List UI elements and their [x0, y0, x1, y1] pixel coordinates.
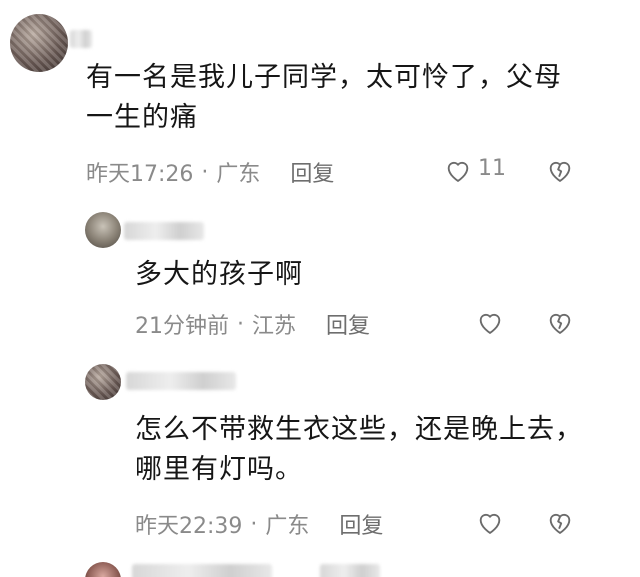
heart-outline-icon[interactable]	[476, 509, 504, 537]
comment-text: 怎么不带救生衣这些，还是晚上去，哪里有灯吗。	[135, 414, 583, 485]
meta-separator: ·	[201, 159, 209, 185]
comment-location: 江苏	[252, 314, 297, 339]
comment-location: 广东	[216, 162, 261, 187]
avatar[interactable]	[85, 212, 121, 248]
reply-button[interactable]: 回复	[339, 508, 383, 540]
comment-time: 21分钟前	[135, 314, 229, 339]
comment-meta: 昨天22:39 · 广东 回复	[135, 508, 383, 540]
avatar[interactable]	[85, 562, 121, 577]
reply-button[interactable]: 回复	[290, 156, 334, 188]
comment-meta: 昨天17:26 · 广东 回复	[86, 156, 334, 188]
meta-separator: ·	[237, 311, 244, 337]
avatar[interactable]	[85, 364, 121, 400]
comment-location: 广东	[265, 514, 310, 539]
comment-time: 昨天17:26	[86, 162, 194, 187]
broken-heart-icon[interactable]	[546, 509, 574, 537]
comment-item: 有一名是我儿子同学，太可怜了，父母一生的痛 昨天17:26 · 广东 回复 11	[0, 0, 640, 200]
broken-heart-icon[interactable]	[546, 157, 574, 185]
comment-meta: 21分钟前 · 江苏 回复	[135, 308, 370, 340]
username-blurred[interactable]	[126, 372, 236, 390]
heart-outline-icon[interactable]	[476, 309, 504, 337]
reply-item: 多大的孩子啊 21分钟前 · 江苏 回复	[0, 200, 640, 350]
comment-text: 多大的孩子啊	[135, 259, 303, 290]
meta-separator: ·	[250, 511, 258, 537]
username-blurred[interactable]	[132, 564, 272, 577]
reply-item: 怎么不带救生衣这些，还是晚上去，哪里有灯吗。 昨天22:39 · 广东 回复	[0, 350, 640, 550]
comment-text: 有一名是我儿子同学，太可怜了，父母一生的痛	[86, 62, 562, 133]
avatar[interactable]	[10, 14, 68, 72]
username-blurred[interactable]	[124, 222, 204, 240]
like-count: 11	[478, 156, 506, 181]
comment-time: 昨天22:39	[135, 514, 243, 539]
heart-outline-icon[interactable]	[444, 157, 472, 185]
broken-heart-icon[interactable]	[546, 309, 574, 337]
username-blurred[interactable]	[70, 30, 92, 48]
reply-button[interactable]: 回复	[326, 308, 370, 340]
reply-item-partial	[0, 550, 640, 577]
username-blurred[interactable]	[320, 564, 380, 577]
